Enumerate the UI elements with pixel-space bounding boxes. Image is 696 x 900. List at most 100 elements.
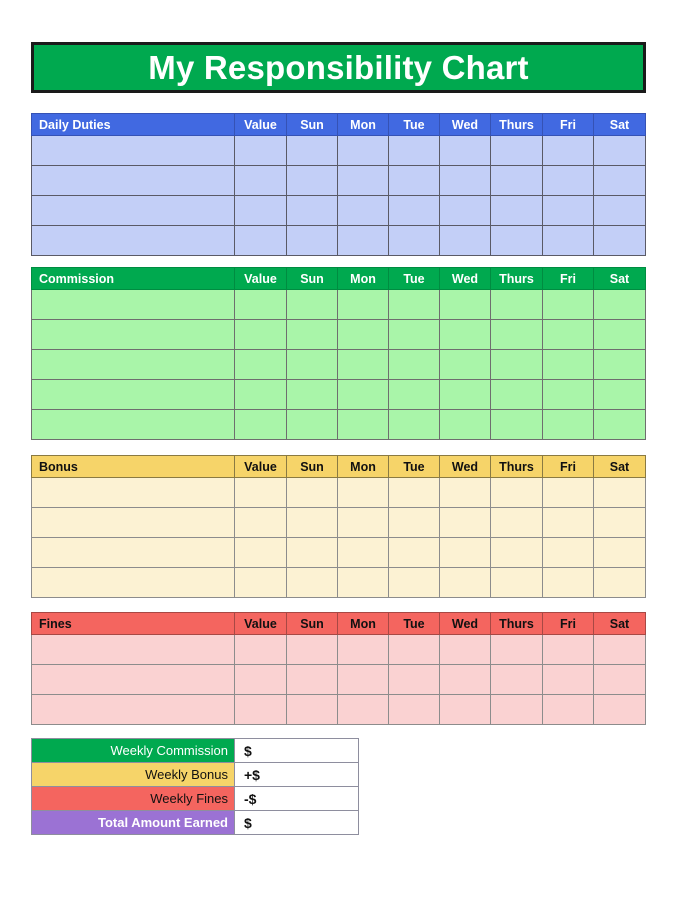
- cell-day-fri[interactable]: [542, 567, 594, 598]
- cell-day-wed[interactable]: [439, 664, 491, 695]
- cell-day-sat[interactable]: [593, 694, 646, 725]
- cell-value[interactable]: [234, 664, 287, 695]
- cell-day-mon[interactable]: [337, 694, 389, 725]
- cell-day-fri[interactable]: [542, 477, 594, 508]
- cell-day-mon[interactable]: [337, 507, 389, 538]
- cell-task-name[interactable]: [31, 135, 235, 166]
- cell-task-name[interactable]: [31, 349, 235, 380]
- cell-day-sat[interactable]: [593, 195, 646, 226]
- cell-day-mon[interactable]: [337, 349, 389, 380]
- cell-day-tue[interactable]: [388, 195, 440, 226]
- cell-value[interactable]: [234, 379, 287, 410]
- cell-day-tue[interactable]: [388, 319, 440, 350]
- cell-value[interactable]: [234, 537, 287, 568]
- cell-day-sat[interactable]: [593, 537, 646, 568]
- cell-day-sun[interactable]: [286, 349, 338, 380]
- cell-day-sun[interactable]: [286, 634, 338, 665]
- cell-day-mon[interactable]: [337, 409, 389, 440]
- cell-day-tue[interactable]: [388, 694, 440, 725]
- cell-day-sun[interactable]: [286, 195, 338, 226]
- cell-day-thurs[interactable]: [490, 567, 543, 598]
- cell-day-thurs[interactable]: [490, 477, 543, 508]
- cell-day-sun[interactable]: [286, 567, 338, 598]
- cell-day-fri[interactable]: [542, 537, 594, 568]
- cell-day-sat[interactable]: [593, 225, 646, 256]
- cell-day-fri[interactable]: [542, 289, 594, 320]
- cell-day-tue[interactable]: [388, 135, 440, 166]
- cell-task-name[interactable]: [31, 537, 235, 568]
- summary-value-weekly-bonus[interactable]: +$: [234, 762, 359, 787]
- cell-day-sat[interactable]: [593, 349, 646, 380]
- cell-day-fri[interactable]: [542, 165, 594, 196]
- cell-day-wed[interactable]: [439, 225, 491, 256]
- cell-value[interactable]: [234, 165, 287, 196]
- cell-day-sun[interactable]: [286, 289, 338, 320]
- cell-day-sun[interactable]: [286, 319, 338, 350]
- cell-value[interactable]: [234, 567, 287, 598]
- cell-day-sun[interactable]: [286, 664, 338, 695]
- cell-task-name[interactable]: [31, 477, 235, 508]
- cell-value[interactable]: [234, 507, 287, 538]
- cell-task-name[interactable]: [31, 694, 235, 725]
- cell-day-thurs[interactable]: [490, 195, 543, 226]
- cell-day-thurs[interactable]: [490, 225, 543, 256]
- cell-day-thurs[interactable]: [490, 664, 543, 695]
- cell-day-thurs[interactable]: [490, 634, 543, 665]
- cell-day-tue[interactable]: [388, 349, 440, 380]
- cell-day-thurs[interactable]: [490, 349, 543, 380]
- cell-day-sun[interactable]: [286, 507, 338, 538]
- cell-day-tue[interactable]: [388, 289, 440, 320]
- cell-day-mon[interactable]: [337, 477, 389, 508]
- cell-task-name[interactable]: [31, 225, 235, 256]
- cell-day-wed[interactable]: [439, 195, 491, 226]
- cell-day-sat[interactable]: [593, 165, 646, 196]
- cell-day-thurs[interactable]: [490, 379, 543, 410]
- cell-day-fri[interactable]: [542, 319, 594, 350]
- cell-day-mon[interactable]: [337, 289, 389, 320]
- cell-day-tue[interactable]: [388, 507, 440, 538]
- cell-day-wed[interactable]: [439, 634, 491, 665]
- cell-value[interactable]: [234, 694, 287, 725]
- cell-task-name[interactable]: [31, 507, 235, 538]
- cell-day-fri[interactable]: [542, 409, 594, 440]
- cell-day-thurs[interactable]: [490, 537, 543, 568]
- cell-day-sat[interactable]: [593, 289, 646, 320]
- cell-day-wed[interactable]: [439, 319, 491, 350]
- summary-value-total-earned[interactable]: $: [234, 810, 359, 835]
- cell-value[interactable]: [234, 135, 287, 166]
- cell-day-sun[interactable]: [286, 537, 338, 568]
- cell-day-thurs[interactable]: [490, 409, 543, 440]
- cell-day-sun[interactable]: [286, 477, 338, 508]
- cell-day-thurs[interactable]: [490, 135, 543, 166]
- cell-day-thurs[interactable]: [490, 319, 543, 350]
- cell-day-sun[interactable]: [286, 694, 338, 725]
- cell-day-mon[interactable]: [337, 567, 389, 598]
- cell-day-wed[interactable]: [439, 135, 491, 166]
- cell-day-wed[interactable]: [439, 537, 491, 568]
- cell-day-fri[interactable]: [542, 694, 594, 725]
- cell-day-sun[interactable]: [286, 135, 338, 166]
- cell-day-thurs[interactable]: [490, 507, 543, 538]
- cell-task-name[interactable]: [31, 409, 235, 440]
- cell-day-fri[interactable]: [542, 195, 594, 226]
- cell-day-wed[interactable]: [439, 409, 491, 440]
- cell-day-fri[interactable]: [542, 664, 594, 695]
- cell-day-tue[interactable]: [388, 537, 440, 568]
- cell-day-mon[interactable]: [337, 195, 389, 226]
- cell-value[interactable]: [234, 195, 287, 226]
- summary-value-weekly-commission[interactable]: $: [234, 738, 359, 763]
- cell-day-wed[interactable]: [439, 379, 491, 410]
- cell-day-mon[interactable]: [337, 664, 389, 695]
- cell-day-wed[interactable]: [439, 165, 491, 196]
- cell-day-wed[interactable]: [439, 477, 491, 508]
- cell-value[interactable]: [234, 319, 287, 350]
- cell-task-name[interactable]: [31, 664, 235, 695]
- cell-day-thurs[interactable]: [490, 289, 543, 320]
- cell-day-sat[interactable]: [593, 507, 646, 538]
- cell-day-sun[interactable]: [286, 165, 338, 196]
- cell-day-wed[interactable]: [439, 289, 491, 320]
- cell-task-name[interactable]: [31, 289, 235, 320]
- cell-day-tue[interactable]: [388, 409, 440, 440]
- cell-day-mon[interactable]: [337, 379, 389, 410]
- cell-day-fri[interactable]: [542, 225, 594, 256]
